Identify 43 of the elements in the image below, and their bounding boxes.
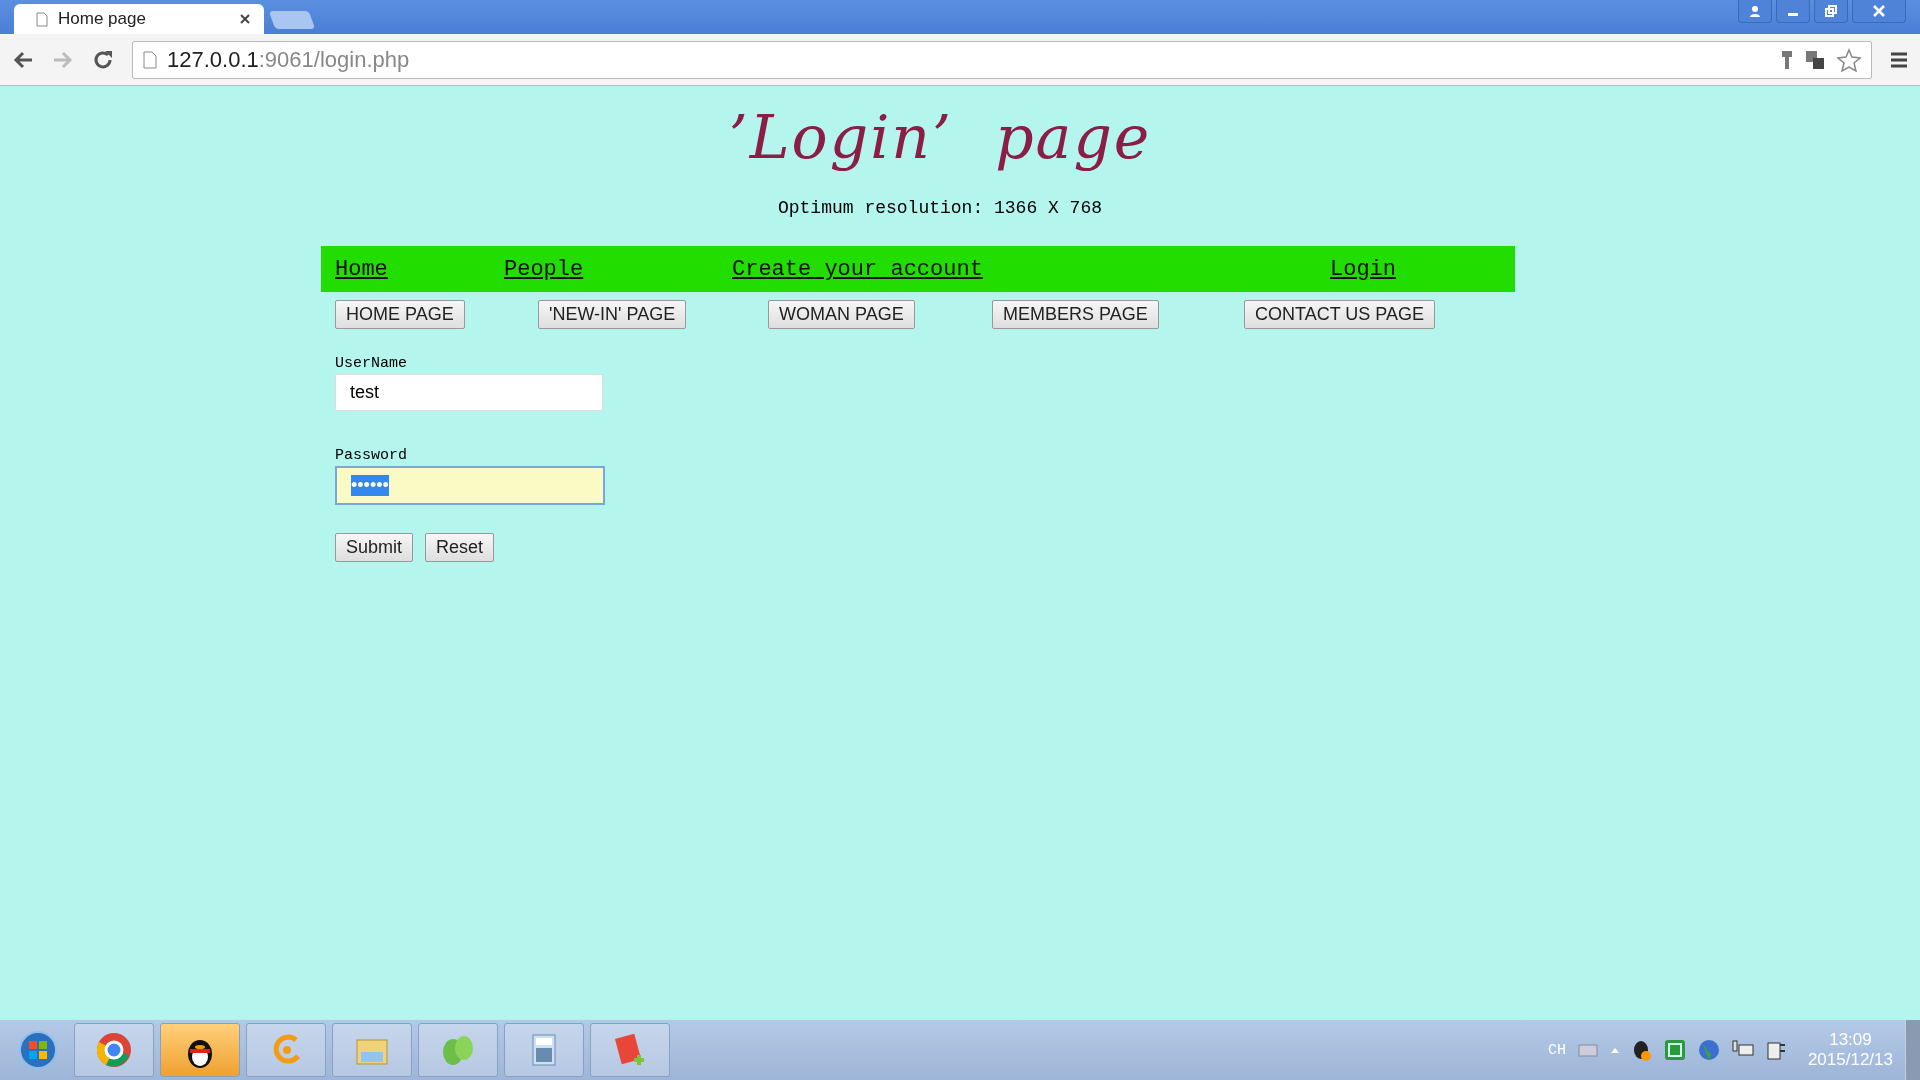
url-text: 127.0.0.1:9061/login.php: [167, 46, 411, 73]
user-icon: [1749, 5, 1761, 17]
nav-link[interactable]: Create your account: [732, 256, 983, 282]
form-button[interactable]: Reset: [425, 533, 495, 562]
clock-time: 13:09: [1829, 1030, 1872, 1050]
section-button[interactable]: CONTACT US PAGE: [1244, 300, 1436, 329]
user-button[interactable]: [1738, 0, 1772, 23]
resolution-note: Optimum resolution: 1366 X 768: [777, 198, 1103, 218]
field-label: UserName: [335, 355, 407, 372]
page-icon: [143, 50, 157, 69]
page-title: ’Login’ page: [727, 101, 1153, 174]
section-button[interactable]: 'NEW-IN' PAGE: [538, 300, 687, 329]
close-icon: [1873, 5, 1885, 17]
taskbar-button[interactable]: [160, 1023, 240, 1077]
new-tab-button[interactable]: [268, 11, 316, 29]
reload-icon[interactable]: [92, 48, 114, 71]
restore-icon: [1825, 5, 1837, 17]
form-button[interactable]: Submit: [335, 533, 414, 562]
star-icon[interactable]: [1837, 47, 1861, 72]
minimize-icon: [1788, 12, 1798, 16]
username-field[interactable]: test: [335, 374, 603, 411]
browser-icon: [94, 1030, 134, 1070]
plug-icon[interactable]: [1765, 1039, 1786, 1061]
nav-link[interactable]: Home: [335, 256, 388, 282]
minimize-button[interactable]: [1776, 0, 1810, 23]
section-button[interactable]: HOME PAGE: [335, 300, 465, 329]
address-bar[interactable]: 127.0.0.1:9061/login.php: [132, 40, 1872, 79]
clock-date: 2015/12/13: [1807, 1050, 1893, 1070]
back-icon[interactable]: [12, 49, 34, 70]
section-button[interactable]: WOMAN PAGE: [768, 300, 915, 329]
tab-title: Home page: [58, 9, 147, 29]
page-icon: [36, 11, 48, 27]
close-button[interactable]: [1852, 0, 1906, 23]
password-field[interactable]: ••••••: [335, 466, 605, 505]
browser-tab[interactable]: Home page: [14, 4, 264, 34]
menu-icon[interactable]: [1890, 50, 1908, 69]
nav-link[interactable]: Login: [1330, 256, 1396, 282]
section-button[interactable]: MEMBERS PAGE: [992, 300, 1159, 329]
close-icon[interactable]: [240, 14, 250, 24]
restore-button[interactable]: [1814, 0, 1848, 23]
field-label: Password: [335, 447, 407, 464]
globe-icon[interactable]: [1697, 1039, 1720, 1061]
nav-link[interactable]: People: [504, 256, 584, 282]
